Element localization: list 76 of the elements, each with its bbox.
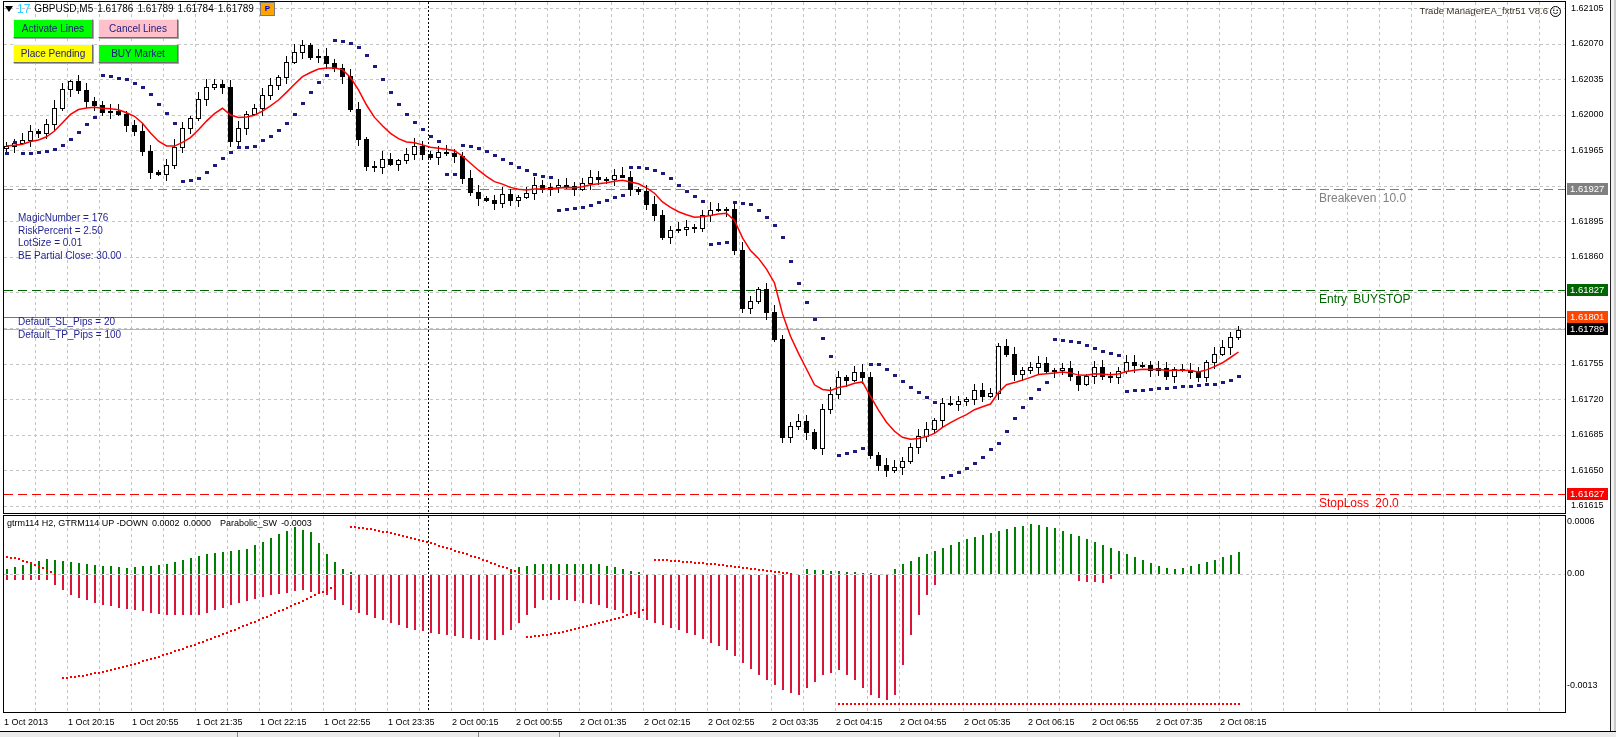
sar-dot-trail [869, 363, 937, 404]
price-label: 1.61615 [1571, 500, 1604, 512]
expert-name: Trade ManagerEA_fxtr51 V8.6 [1419, 5, 1548, 17]
setting-text: BE Partial Close: 30.00 [18, 250, 122, 263]
corner-button[interactable]: P [259, 2, 275, 16]
sar-dot-trail [837, 447, 865, 457]
time-label: 1 Oct 23:35 [387, 716, 436, 728]
price-label: 1.62035 [1571, 73, 1604, 85]
time-label: 1 Oct 22:55 [323, 716, 372, 728]
price-tag: 1.61627 [1567, 488, 1608, 500]
price-label: 1.61650 [1571, 464, 1604, 476]
default-setting-text: Default_SL_Pips = 20 [18, 316, 116, 329]
price-quote: 1.61789 [217, 2, 254, 16]
indicator-value: 0.0002 [152, 517, 180, 529]
time-label: 2 Oct 02:15 [643, 716, 692, 728]
level-label: StopLoss 20.0 [1319, 496, 1399, 510]
setting-text: MagicNumber = 176 [18, 212, 110, 225]
panel-button[interactable]: Cancel Lines [98, 19, 178, 38]
price-label: 1.61685 [1571, 429, 1604, 441]
price-quote: 1.61789 [137, 2, 174, 16]
panel-button[interactable]: Activate Lines [13, 19, 93, 38]
price-label: 1.61720 [1571, 393, 1604, 405]
indicator-scale-label: -0.0013 [1567, 679, 1598, 691]
time-label: 1 Oct 20:15 [67, 716, 116, 728]
indicator-value: 0.0000 [183, 517, 212, 529]
sar-dot-trail [13, 141, 17, 144]
time-label: 2 Oct 01:35 [579, 716, 628, 728]
magic-number-tag: 17 [17, 2, 31, 16]
time-label: 2 Oct 08:15 [1219, 716, 1268, 728]
time-label: 1 Oct 20:55 [131, 716, 180, 728]
price-label: 1.62000 [1571, 109, 1604, 121]
price-tag: 1.61927 [1567, 183, 1608, 195]
price-quote: 1.61786 [97, 2, 134, 16]
sar-dot-trail [709, 241, 729, 246]
smiley-icon [1550, 5, 1561, 17]
price-tag: 1.61827 [1567, 284, 1608, 296]
price-tag: 1.61789 [1567, 323, 1608, 335]
time-label: 2 Oct 00:15 [451, 716, 500, 728]
time-label: 2 Oct 04:15 [835, 716, 884, 728]
time-label: 2 Oct 05:35 [963, 716, 1012, 728]
level-label: Breakeven 10.0 [1319, 191, 1407, 205]
time-label: 2 Oct 03:35 [771, 716, 820, 728]
time-label: 2 Oct 02:55 [707, 716, 756, 728]
time-label: 2 Oct 06:55 [1091, 716, 1140, 728]
default-setting-text: Default_TP_Pips = 100 [18, 328, 122, 342]
symbol-label: GBPUSD,M5 [34, 2, 94, 16]
indicator-name: Parabolic_SW [220, 517, 278, 529]
time-label: 1 Oct 2013 [3, 716, 50, 728]
sar-dot-trail [1053, 338, 1121, 357]
level-label: Entry BUYSTOP [1319, 292, 1411, 306]
sar-dot-trail [5, 152, 9, 155]
price-quote: 1.61784 [177, 2, 214, 16]
price-label: 1.61860 [1571, 251, 1604, 263]
time-label: 2 Oct 06:15 [1027, 716, 1076, 728]
indicator-value: -0.0003 [281, 517, 312, 529]
panel-button[interactable]: BUY Market [98, 44, 178, 63]
sar-dot-trail [557, 194, 625, 212]
indicator-name: gtrm114 H2, GTRM114 UP -DOWN [7, 517, 149, 529]
indicator-scale-label: 0.00 [1567, 568, 1585, 579]
indicator-scale-label: 0.0006 [1567, 516, 1595, 528]
setting-text: RiskPercent = 2.50 [18, 224, 104, 238]
caret-icon[interactable] [5, 6, 13, 12]
price-tag: 1.61801 [1567, 311, 1608, 323]
sar-dot-trail [445, 173, 457, 176]
price-label: 1.62070 [1571, 38, 1604, 50]
price-label: 1.61895 [1571, 215, 1604, 227]
time-label: 1 Oct 22:15 [259, 716, 308, 728]
time-label: 1 Oct 21:35 [195, 716, 244, 728]
price-label: 1.61755 [1571, 358, 1604, 370]
price-label: 1.62105 [1571, 2, 1604, 14]
price-label: 1.61965 [1571, 144, 1604, 156]
time-label: 2 Oct 04:55 [899, 716, 948, 728]
setting-text: LotSize = 0.01 [18, 237, 84, 251]
time-label: 2 Oct 00:55 [515, 716, 564, 728]
panel-button[interactable]: Place Pending [13, 44, 93, 63]
time-label: 2 Oct 07:35 [1155, 716, 1204, 728]
